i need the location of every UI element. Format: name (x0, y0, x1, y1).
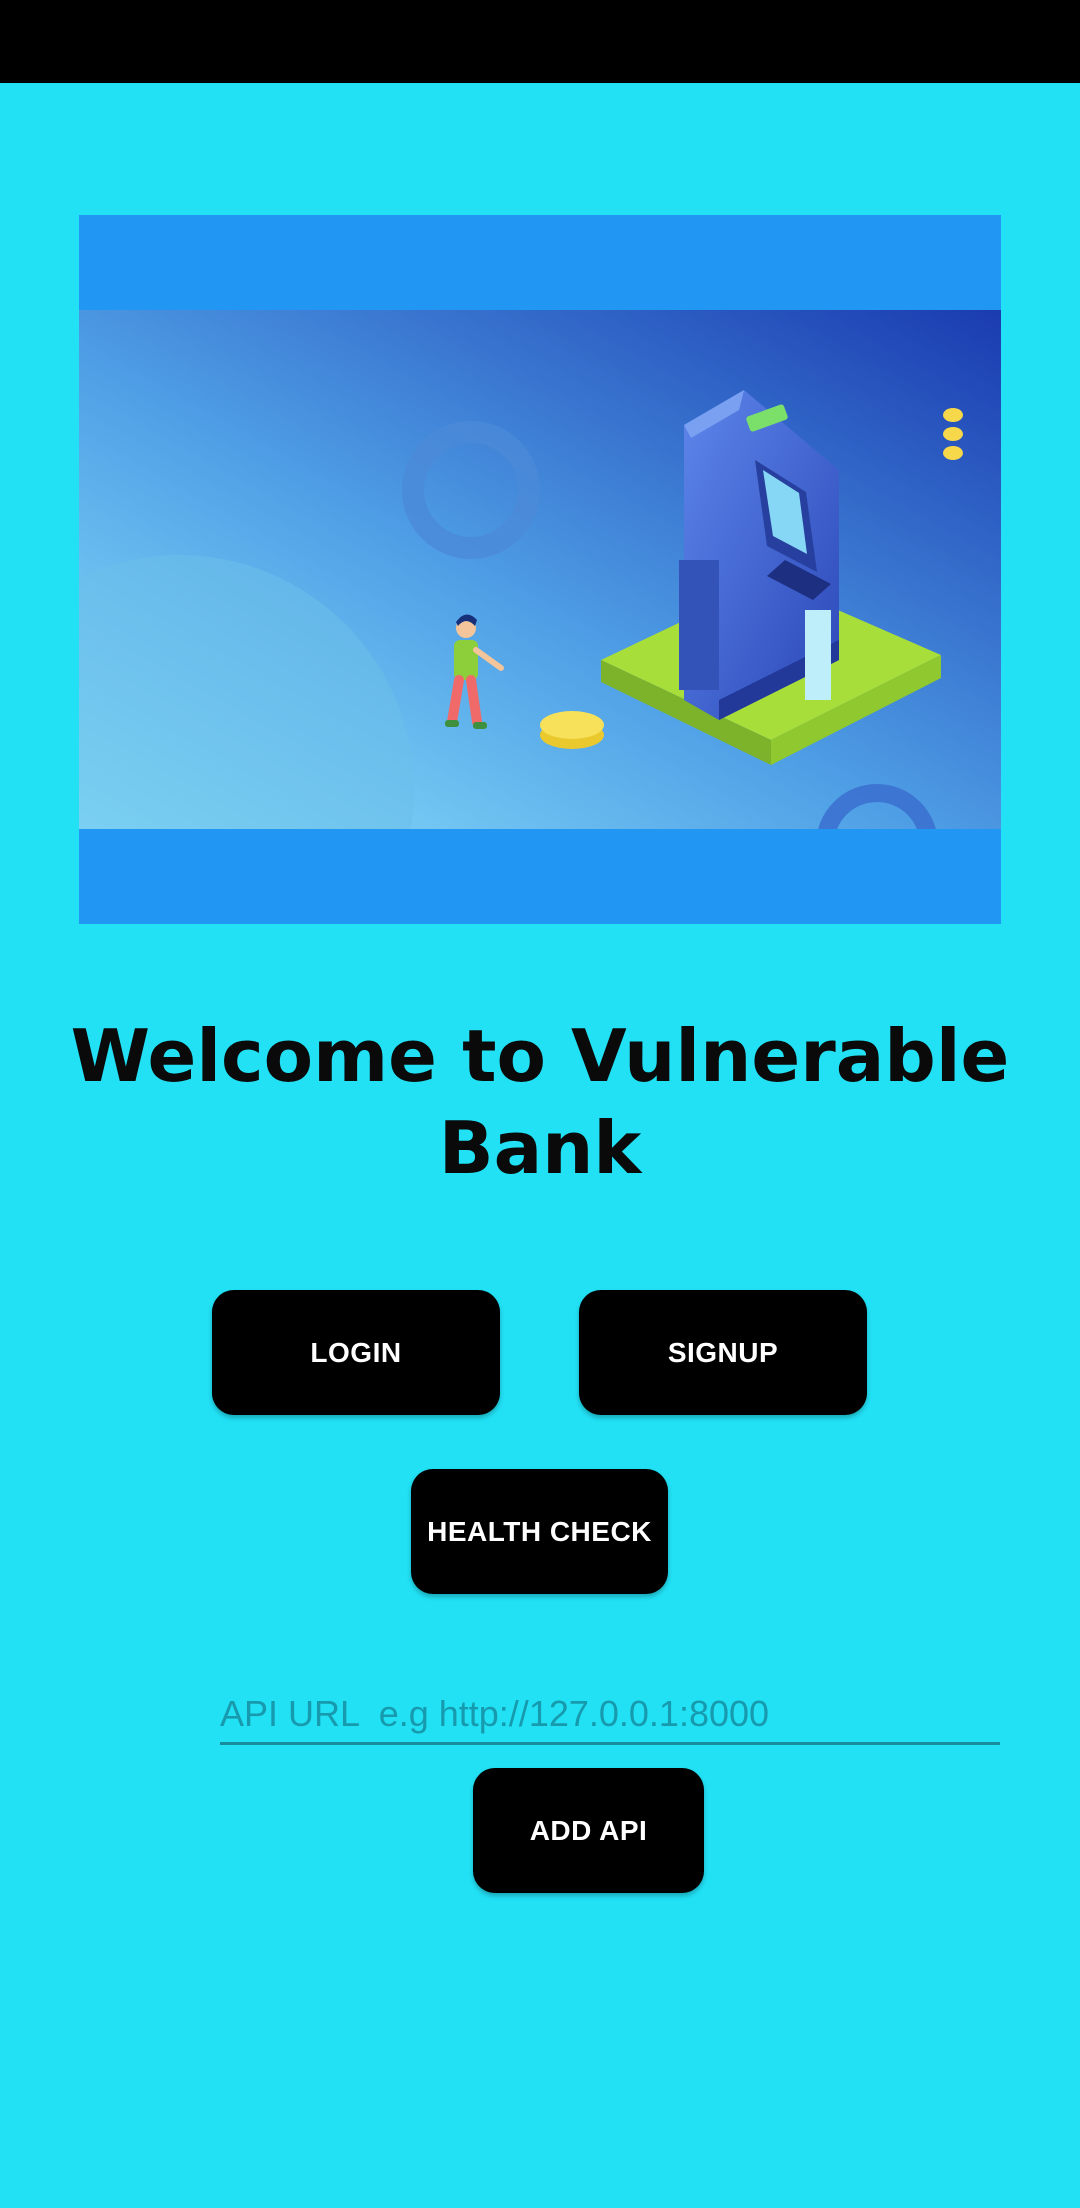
hero-banner (79, 215, 1001, 924)
signup-button[interactable]: SIGNUP (579, 1290, 867, 1415)
login-button[interactable]: LOGIN (212, 1290, 500, 1415)
status-bar (0, 0, 1080, 83)
add-api-button[interactable]: ADD API (473, 1768, 704, 1893)
api-url-input[interactable] (220, 1685, 1000, 1745)
health-check-button[interactable]: HEALTH CHECK (411, 1469, 668, 1594)
bank-atm-illustration (79, 310, 1001, 829)
welcome-title-line1: Welcome to Vulnerable (70, 1014, 1010, 1098)
welcome-title-line2: Bank (438, 1106, 642, 1190)
welcome-title: Welcome to Vulnerable Bank (60, 1010, 1020, 1194)
